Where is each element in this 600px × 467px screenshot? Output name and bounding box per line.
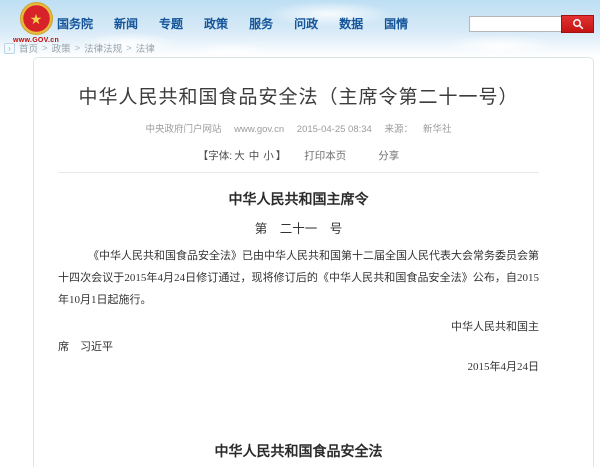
- decree-paragraph: 《中华人民共和国食品安全法》已由中华人民共和国第十二届全国人民代表大会常务委员会…: [58, 245, 539, 311]
- font-size-small-button[interactable]: 小: [263, 148, 274, 163]
- search-box: [469, 15, 594, 33]
- breadcrumb-item-laws-regulations[interactable]: 法律法规: [84, 41, 122, 55]
- main-nav: 国务院 新闻 专题 政策 服务 问政 数据 国情: [57, 15, 408, 32]
- print-page-button[interactable]: 打印本页: [304, 148, 346, 163]
- article-meta: 中央政府门户网站 www.gov.cn 2015-04-25 08:34 来源：…: [58, 121, 539, 135]
- breadcrumb-item-home[interactable]: 首页: [19, 41, 38, 55]
- site-logo[interactable]: ★ www.GOV.cn: [9, 2, 63, 44]
- page-title: 中华人民共和国食品安全法（主席令第二十一号）: [58, 85, 539, 110]
- decree-heading: 中华人民共和国主席令: [58, 193, 539, 209]
- search-icon: [572, 18, 584, 30]
- signature-line-2: 席 习近平: [58, 337, 539, 357]
- nav-item-policy[interactable]: 政策: [204, 15, 228, 32]
- breadcrumb-arrow-icon: ›: [4, 43, 15, 54]
- decree-number: 第 二十一 号: [58, 222, 539, 236]
- law-heading: 中华人民共和国食品安全法: [58, 445, 539, 461]
- font-size-label-suffix: 】: [276, 148, 287, 163]
- breadcrumb-separator: >: [75, 43, 81, 54]
- meta-site-name: 中央政府门户网站: [146, 124, 222, 135]
- font-size-large-button[interactable]: 大: [234, 148, 245, 163]
- national-emblem-icon: ★: [20, 2, 53, 35]
- star-icon: ★: [21, 3, 52, 34]
- meta-source: 新华社: [423, 124, 452, 135]
- signature-date: 2015年4月24日: [58, 357, 539, 377]
- toolbar-divider: [58, 172, 539, 173]
- meta-source-label: 来源：: [384, 124, 413, 135]
- article-card: 中华人民共和国食品安全法（主席令第二十一号） 中央政府门户网站 www.gov.…: [33, 57, 594, 467]
- nav-item-topics[interactable]: 专题: [159, 15, 183, 32]
- meta-site-url: www.gov.cn: [234, 124, 284, 135]
- breadcrumb-item-law[interactable]: 法律: [136, 41, 155, 55]
- document-body: 中华人民共和国主席令 第 二十一 号 《中华人民共和国食品安全法》已由中华人民共…: [58, 193, 539, 467]
- meta-datetime: 2015-04-25 08:34: [297, 124, 372, 135]
- breadcrumb-separator: >: [42, 43, 48, 54]
- share-button[interactable]: 分享: [378, 148, 399, 163]
- search-button[interactable]: [561, 15, 594, 33]
- font-size-label-prefix: 【字体:: [198, 148, 232, 163]
- nav-item-interaction[interactable]: 问政: [294, 15, 318, 32]
- site-header: ★ www.GOV.cn 国务院 新闻 专题 政策 服务 问政 数据 国情 › …: [0, 0, 600, 57]
- nav-item-news[interactable]: 新闻: [114, 15, 138, 32]
- breadcrumb: › 首页 > 政策 > 法律法规 > 法律: [4, 41, 155, 55]
- nav-item-data[interactable]: 数据: [339, 15, 363, 32]
- signature-line-1: 中华人民共和国主: [58, 317, 539, 337]
- search-input[interactable]: [469, 16, 561, 32]
- breadcrumb-separator: >: [126, 43, 132, 54]
- nav-item-national-conditions[interactable]: 国情: [384, 15, 408, 32]
- nav-item-state-council[interactable]: 国务院: [57, 15, 93, 32]
- font-size-medium-button[interactable]: 中: [249, 148, 260, 163]
- article-toolbar: 【字体: 大 中 小 】 打印本页 分享: [58, 148, 539, 163]
- breadcrumb-item-policy[interactable]: 政策: [52, 41, 71, 55]
- nav-item-services[interactable]: 服务: [249, 15, 273, 32]
